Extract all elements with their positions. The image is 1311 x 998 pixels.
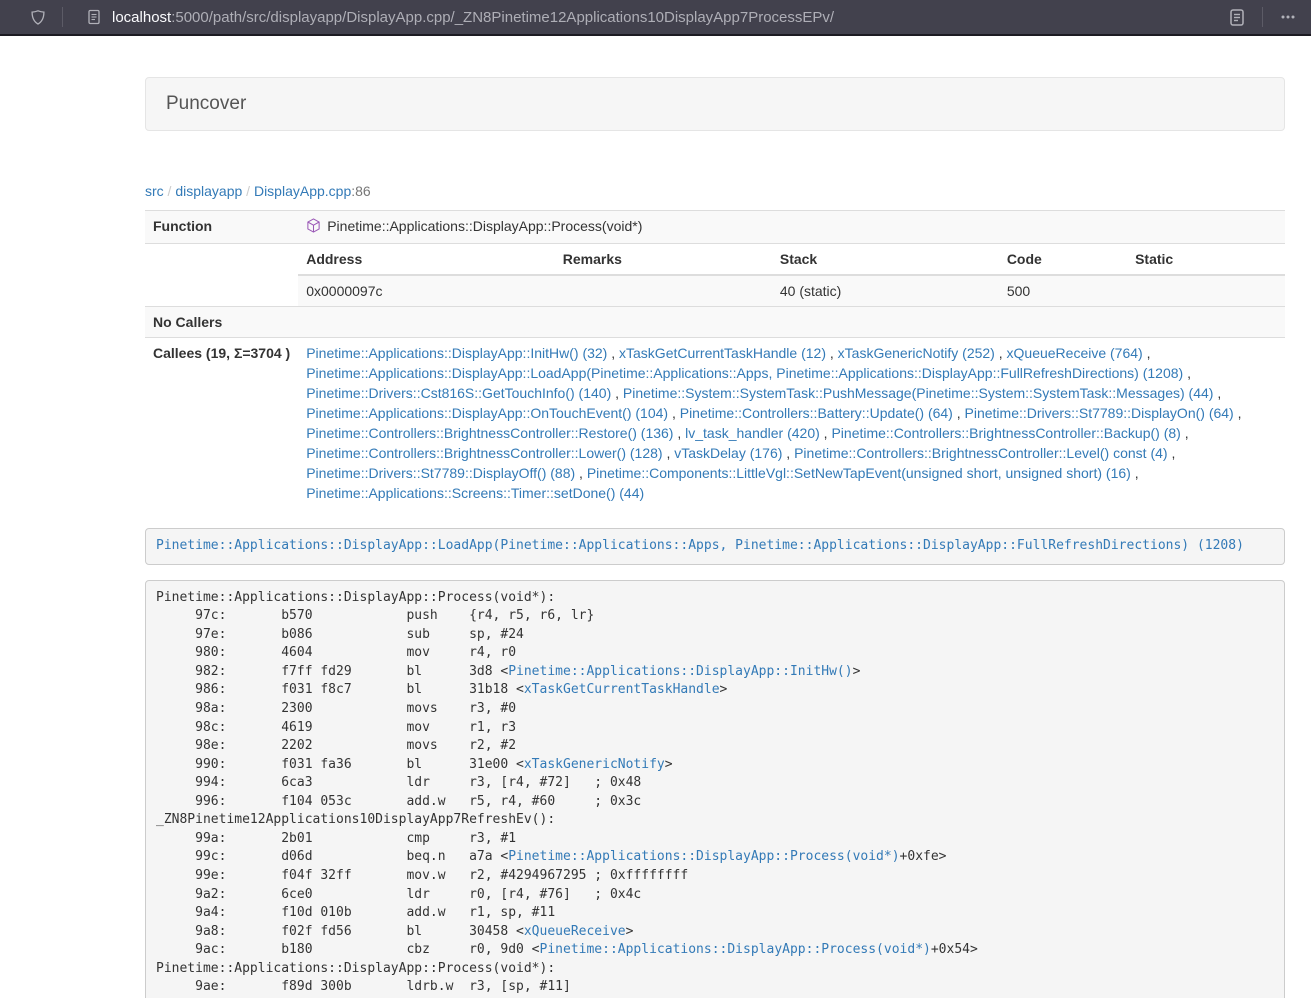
metrics-static <box>1127 275 1285 306</box>
toolbar-actions <box>1228 7 1297 27</box>
callee-link[interactable]: Pinetime::Controllers::BrightnessControl… <box>794 445 1167 461</box>
callee-link[interactable]: Pinetime::Applications::DisplayApp::OnTo… <box>306 405 668 421</box>
overflow-menu-icon[interactable] <box>1279 8 1297 26</box>
callee-link[interactable]: Pinetime::Drivers::Cst816S::GetTouchInfo… <box>306 385 611 401</box>
selected-callee-link[interactable]: Pinetime::Applications::DisplayApp::Load… <box>156 538 1244 553</box>
metrics-stack: 40 (static) <box>772 275 999 306</box>
page-container: Puncover src / displayapp / DisplayApp.c… <box>145 77 1285 998</box>
breadcrumb-link[interactable]: src <box>145 183 164 199</box>
breadcrumb-link[interactable]: DisplayApp.cpp <box>254 183 351 199</box>
toolbar-divider <box>1262 7 1263 27</box>
callees-label: Callees (19, Σ=3704 ) <box>145 338 298 509</box>
metrics-column-header: Code <box>999 244 1127 275</box>
function-table: Function Pinetime::Applications::Display… <box>145 210 1285 508</box>
app-header-panel: Puncover <box>145 77 1285 131</box>
function-name: Pinetime::Applications::DisplayApp::Proc… <box>327 218 642 234</box>
callee-link[interactable]: Pinetime::Applications::DisplayApp::Init… <box>306 345 607 361</box>
code-symbol-link[interactable]: Pinetime::Applications::DisplayApp::Proc… <box>540 942 931 957</box>
callee-link[interactable]: xTaskGetCurrentTaskHandle (12) <box>619 345 826 361</box>
callee-link[interactable]: vTaskDelay (176) <box>674 445 782 461</box>
metrics-column-header: Address <box>298 244 555 275</box>
code-symbol-link[interactable]: xTaskGenericNotify <box>524 757 665 772</box>
callee-link[interactable]: Pinetime::Applications::Screens::Timer::… <box>306 485 644 501</box>
no-callers-label: No Callers <box>145 307 298 338</box>
code-symbol-link[interactable]: Pinetime::Applications::DisplayApp::Proc… <box>508 849 899 864</box>
metrics-header-row: Address Remarks Stack Code Static <box>298 244 1285 275</box>
url-text[interactable]: localhost:5000/path/src/displayapp/Displ… <box>112 9 834 26</box>
metrics-row-label <box>145 244 298 307</box>
breadcrumb-separator: / <box>164 183 176 199</box>
shield-icon[interactable] <box>30 9 46 26</box>
selected-callee-block: Pinetime::Applications::DisplayApp::Load… <box>145 528 1285 565</box>
function-name-cell: Pinetime::Applications::DisplayApp::Proc… <box>298 211 1285 244</box>
callee-link[interactable]: Pinetime::Controllers::Battery::Update()… <box>680 405 953 421</box>
metrics-code: 500 <box>999 275 1127 306</box>
metrics-table-cell: Address Remarks Stack Code Static 0x0000… <box>298 244 1285 307</box>
metrics-row: Address Remarks Stack Code Static 0x0000… <box>145 244 1285 307</box>
callees-row: Callees (19, Σ=3704 ) Pinetime::Applicat… <box>145 338 1285 509</box>
callee-link[interactable]: Pinetime::Controllers::BrightnessControl… <box>831 425 1180 441</box>
function-row: Function Pinetime::Applications::Display… <box>145 211 1285 244</box>
callee-link[interactable]: Pinetime::System::SystemTask::PushMessag… <box>623 385 1214 401</box>
page-icon <box>87 9 101 25</box>
metrics-column-header: Remarks <box>555 244 772 275</box>
url-path: :5000/path/src/displayapp/DisplayApp.cpp… <box>171 9 834 26</box>
code-symbol-link[interactable]: xTaskGetCurrentTaskHandle <box>524 682 720 697</box>
url-host: localhost <box>112 9 171 26</box>
callee-link[interactable]: Pinetime::Drivers::St7789::DisplayOff() … <box>306 465 575 481</box>
metrics-remarks <box>555 275 772 306</box>
breadcrumb-link[interactable]: displayapp <box>175 183 242 199</box>
reader-view-icon[interactable] <box>1228 8 1246 27</box>
no-callers-row: No Callers <box>145 307 1285 338</box>
no-callers-cell <box>298 307 1285 338</box>
function-label: Function <box>145 211 298 244</box>
callees-cell: Pinetime::Applications::DisplayApp::Init… <box>298 338 1285 509</box>
breadcrumb: src / displayapp / DisplayApp.cpp:86 <box>145 181 1285 201</box>
browser-toolbar: localhost:5000/path/src/displayapp/Displ… <box>0 0 1311 36</box>
page-title: Puncover <box>166 93 1264 115</box>
callee-link[interactable]: xQueueReceive (764) <box>1007 345 1143 361</box>
code-symbol-link[interactable]: xQueueReceive <box>524 924 626 939</box>
metrics-column-header: Stack <box>772 244 999 275</box>
callee-link[interactable]: Pinetime::Applications::DisplayApp::Load… <box>306 365 1183 381</box>
callee-link[interactable]: Pinetime::Drivers::St7789::DisplayOn() (… <box>965 405 1234 421</box>
url-bar[interactable]: localhost:5000/path/src/displayapp/Displ… <box>79 9 1228 26</box>
breadcrumb-line-number: :86 <box>351 183 370 199</box>
breadcrumb-separator: / <box>242 183 254 199</box>
metrics-value-row: 0x0000097c 40 (static) 500 <box>298 275 1285 306</box>
disassembly-block: Pinetime::Applications::DisplayApp::Proc… <box>145 580 1285 998</box>
callee-link[interactable]: xTaskGenericNotify (252) <box>838 345 995 361</box>
callee-link[interactable]: Pinetime::Controllers::BrightnessControl… <box>306 425 673 441</box>
metrics-column-header: Static <box>1127 244 1285 275</box>
metrics-address: 0x0000097c <box>298 275 555 306</box>
callee-link[interactable]: Pinetime::Components::LittleVgl::SetNewT… <box>587 465 1131 481</box>
code-symbol-link[interactable]: Pinetime::Applications::DisplayApp::Init… <box>508 664 852 679</box>
cube-symbol-icon <box>306 218 321 238</box>
metrics-table: Address Remarks Stack Code Static 0x0000… <box>298 244 1285 306</box>
callee-link[interactable]: lv_task_handler (420) <box>685 425 820 441</box>
toolbar-divider <box>62 7 63 27</box>
callee-link[interactable]: Pinetime::Controllers::BrightnessControl… <box>306 445 662 461</box>
